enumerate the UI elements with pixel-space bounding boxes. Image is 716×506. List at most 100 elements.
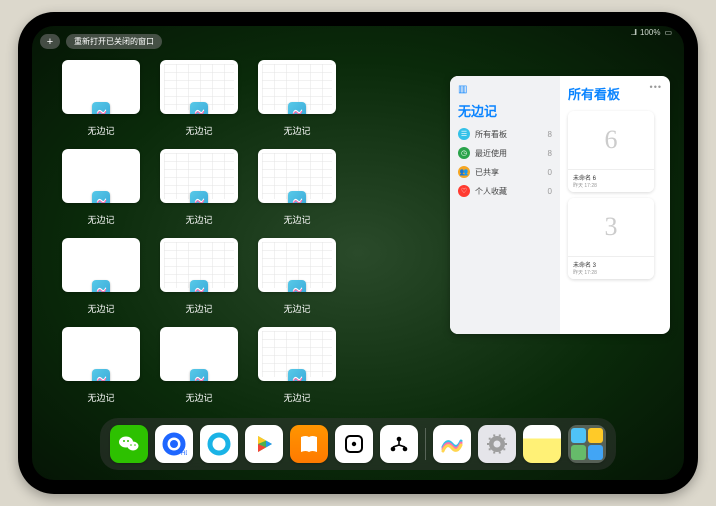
board-card[interactable]: 6 未命名 6 昨天 17:28: [568, 111, 654, 192]
freeform-app-icon: [288, 280, 306, 292]
window-thumb: [62, 60, 140, 114]
window-card[interactable]: 无边记: [62, 238, 140, 315]
dock-app-settings[interactable]: [478, 425, 516, 463]
window-label: 无边记: [283, 124, 310, 137]
signal-icon: ...ll: [631, 28, 636, 37]
window-label: 无边记: [283, 391, 310, 404]
board-name: 未命名 3: [573, 260, 649, 269]
board-meta: 未命名 3 昨天 17:28: [568, 256, 654, 279]
window-card[interactable]: 无边记: [160, 238, 238, 315]
window-thumb: [160, 60, 238, 114]
window-card[interactable]: 无边记: [258, 238, 336, 315]
sidebar-item-count: 8: [548, 130, 552, 139]
sidebar-item-icon: 👥: [458, 166, 470, 178]
window-label: 无边记: [87, 391, 114, 404]
freeform-app-icon: [190, 102, 208, 114]
window-thumb: [160, 238, 238, 292]
sidebar-item-label: 个人收藏: [475, 186, 507, 197]
sidebar-item[interactable]: ♡ 个人收藏 0: [458, 185, 552, 197]
freeform-app-icon: [92, 191, 110, 203]
sidebar-item-label: 所有看板: [475, 129, 507, 140]
window-card[interactable]: 无边记: [160, 60, 238, 137]
dock-app-play[interactable]: [245, 425, 283, 463]
freeform-app-icon: [288, 102, 306, 114]
panel-main: 所有看板 6 未命名 6 昨天 17:28 3 未命名 3 昨天 17:28: [560, 76, 670, 334]
battery-icon: ▭: [664, 28, 672, 37]
top-controls: + 重新打开已关闭的窗口: [40, 34, 162, 49]
dock-app-dice[interactable]: [335, 425, 373, 463]
freeform-app-icon: [190, 369, 208, 381]
sidebar-title: 无边记: [458, 101, 552, 120]
dock-app-quark[interactable]: [200, 425, 238, 463]
sidebar-item-count: 0: [548, 187, 552, 196]
board-time: 昨天 17:28: [573, 269, 649, 276]
board-card[interactable]: 3 未命名 3 昨天 17:28: [568, 198, 654, 279]
dock-app-qqbrowser[interactable]: HD: [155, 425, 193, 463]
windows-grid: 无边记 无边记 无边记 无边记 无边记: [62, 60, 432, 404]
freeform-app-icon: [92, 369, 110, 381]
window-label: 无边记: [185, 302, 212, 315]
window-label: 无边记: [283, 213, 310, 226]
window-card[interactable]: 无边记: [258, 60, 336, 137]
sidebar-item-count: 0: [548, 168, 552, 177]
window-thumb: [62, 149, 140, 203]
sidebar-item[interactable]: ☰ 所有看板 8: [458, 128, 552, 140]
dock-app-books[interactable]: [290, 425, 328, 463]
window-card[interactable]: 无边记: [160, 149, 238, 226]
ipad-frame: ...ll 100% ▭ + 重新打开已关闭的窗口 无边记 无边记 无边记: [18, 12, 698, 494]
window-label: 无边记: [87, 302, 114, 315]
window-label: 无边记: [185, 124, 212, 137]
window-card[interactable]: 无边记: [62, 149, 140, 226]
dock-divider: [425, 428, 426, 460]
freeform-app-icon: [288, 191, 306, 203]
window-label: 无边记: [185, 391, 212, 404]
window-thumb: [258, 238, 336, 292]
window-card[interactable]: 无边记: [258, 327, 336, 404]
dock-app-freeform[interactable]: [433, 425, 471, 463]
sidebar-item[interactable]: ◷ 最近使用 8: [458, 147, 552, 159]
sidebar-item-label: 已共享: [475, 167, 499, 178]
dock-app-library[interactable]: [568, 425, 606, 463]
reopen-closed-window-button[interactable]: 重新打开已关闭的窗口: [66, 34, 162, 49]
window-thumb: [160, 327, 238, 381]
sidebar-item-icon: ☰: [458, 128, 470, 140]
board-meta: 未命名 6 昨天 17:28: [568, 169, 654, 192]
window-label: 无边记: [87, 124, 114, 137]
freeform-app-icon: [92, 280, 110, 292]
panel-main-title: 所有看板: [568, 84, 662, 103]
new-window-button[interactable]: +: [40, 34, 60, 49]
screen: ...ll 100% ▭ + 重新打开已关闭的窗口 无边记 无边记 无边记: [32, 26, 684, 480]
window-card[interactable]: 无边记: [160, 327, 238, 404]
window-thumb: [62, 327, 140, 381]
window-thumb: [258, 60, 336, 114]
window-thumb: [62, 238, 140, 292]
sidebar-item[interactable]: 👥 已共享 0: [458, 166, 552, 178]
board-name: 未命名 6: [573, 173, 649, 182]
dock-app-mind[interactable]: [380, 425, 418, 463]
battery-label: 100%: [640, 28, 660, 37]
dock: HD: [100, 418, 616, 470]
dock-app-wechat[interactable]: [110, 425, 148, 463]
window-card[interactable]: 无边记: [62, 60, 140, 137]
sidebar-item-icon: ◷: [458, 147, 470, 159]
status-bar: ...ll 100% ▭: [631, 28, 672, 37]
window-label: 无边记: [87, 213, 114, 226]
window-thumb: [160, 149, 238, 203]
window-label: 无边记: [185, 213, 212, 226]
sidebar: ▥ 无边记 ☰ 所有看板 8◷ 最近使用 8👥 已共享 0♡ 个人收藏 0: [450, 76, 560, 334]
svg-text:HD: HD: [181, 451, 187, 457]
sidebar-toggle-icon[interactable]: ▥: [458, 84, 552, 95]
board-preview: 6: [568, 111, 654, 169]
window-more-icon[interactable]: •••: [650, 82, 662, 92]
window-label: 无边记: [283, 302, 310, 315]
freeform-window[interactable]: ••• ▥ 无边记 ☰ 所有看板 8◷ 最近使用 8👥 已共享 0♡ 个人收藏 …: [450, 76, 670, 334]
window-card[interactable]: 无边记: [62, 327, 140, 404]
window-card[interactable]: 无边记: [258, 149, 336, 226]
freeform-app-icon: [190, 191, 208, 203]
board-preview: 3: [568, 198, 654, 256]
freeform-app-icon: [288, 369, 306, 381]
dock-app-notes[interactable]: [523, 425, 561, 463]
freeform-app-icon: [92, 102, 110, 114]
freeform-app-icon: [190, 280, 208, 292]
window-thumb: [258, 327, 336, 381]
